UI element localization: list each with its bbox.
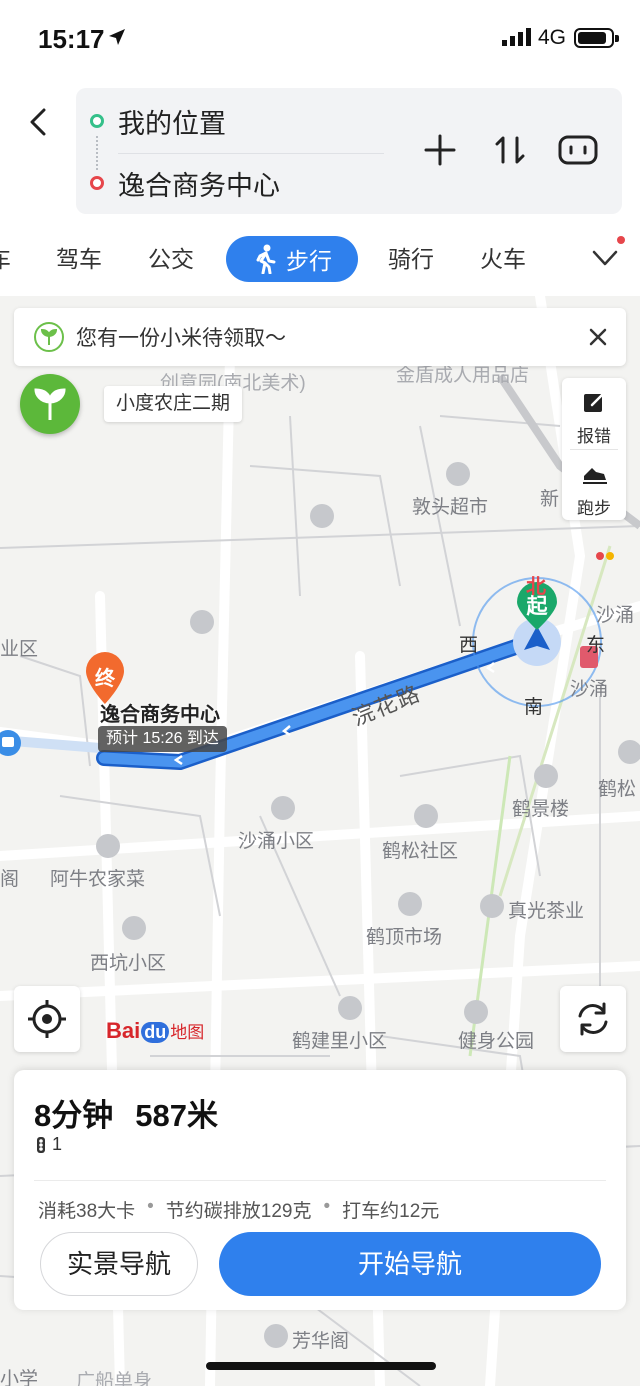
end-pin-label: 终 bbox=[95, 668, 115, 690]
route-distance: 587米 bbox=[135, 1098, 218, 1133]
map-label: 沙涌小区 bbox=[238, 831, 315, 852]
card-divider bbox=[34, 1180, 606, 1181]
map-label: 健身公园 bbox=[458, 1031, 535, 1052]
compass-east: 东 bbox=[586, 635, 606, 656]
map-label: 阁 bbox=[0, 869, 20, 890]
status-bar: 15:17 4G bbox=[0, 0, 640, 80]
shoe-icon bbox=[583, 468, 607, 484]
network-type: 4G bbox=[538, 26, 567, 49]
baidu-map-logo: Bai du 地图 bbox=[106, 1018, 204, 1044]
origin-dot-icon bbox=[90, 114, 104, 128]
close-icon[interactable] bbox=[588, 327, 608, 347]
report-button[interactable]: 报错 bbox=[562, 378, 626, 448]
map-label: 小学 bbox=[0, 1369, 39, 1386]
ar-navigation-button[interactable]: 实景导航 bbox=[40, 1232, 198, 1296]
destination-label: 逸合商务中心 bbox=[100, 704, 220, 726]
locate-icon bbox=[28, 1000, 66, 1038]
promo-banner[interactable]: 您有一份小米待领取～ bbox=[14, 308, 626, 366]
map-label: 业区 bbox=[0, 639, 39, 660]
map-label: 真光茶业 bbox=[508, 901, 585, 922]
brand-du: du bbox=[141, 1022, 170, 1043]
tab-train[interactable]: 火车 bbox=[480, 236, 526, 282]
locate-button[interactable] bbox=[14, 986, 80, 1052]
sprout-icon bbox=[34, 322, 64, 352]
chevron-down-icon[interactable] bbox=[590, 246, 620, 270]
route-summary: 8分钟 587米 bbox=[34, 1090, 240, 1135]
calories-text: 消耗38大卡 bbox=[38, 1201, 136, 1222]
run-label: 跑步 bbox=[577, 499, 611, 518]
route-stats: 消耗38大卡 • 节约碳排放129克 • 打车约12元 bbox=[38, 1196, 440, 1222]
banner-text: 您有一份小米待领取～ bbox=[76, 327, 286, 350]
tab-walk-label: 步行 bbox=[286, 248, 332, 274]
add-waypoint-icon[interactable] bbox=[418, 128, 462, 172]
home-indicator[interactable] bbox=[206, 1362, 436, 1370]
back-icon[interactable] bbox=[22, 102, 56, 142]
origin-text: 我的位置 bbox=[118, 108, 226, 139]
map-label: 鹤顶市场 bbox=[366, 927, 443, 948]
tab-transit[interactable]: 公交 bbox=[148, 236, 194, 282]
origin-field[interactable]: 我的位置 bbox=[90, 96, 226, 146]
map-label: 阿牛农家菜 bbox=[50, 869, 146, 890]
start-navigation-button[interactable]: 开始导航 bbox=[219, 1232, 601, 1296]
map-label: 鹤景楼 bbox=[512, 799, 570, 820]
map-label: 敦头超市 bbox=[412, 497, 489, 518]
route-header: 我的位置 逸合商务中心 bbox=[0, 80, 640, 220]
battery-icon bbox=[574, 28, 619, 48]
compass-west: 西 bbox=[459, 635, 479, 656]
route-divider bbox=[118, 153, 384, 154]
report-label: 报错 bbox=[577, 427, 611, 446]
status-time: 15:17 bbox=[38, 24, 105, 54]
route-summary-card: 8分钟 587米 1 消耗38大卡 • 节约碳排放129克 • 打车约12元 实景… bbox=[14, 1070, 626, 1310]
walk-icon bbox=[256, 244, 276, 274]
tab-partial[interactable]: 车 bbox=[0, 236, 11, 282]
tab-bike[interactable]: 骑行 bbox=[388, 236, 434, 282]
run-button[interactable]: 跑步 bbox=[562, 450, 626, 520]
location-arrow-icon bbox=[109, 29, 125, 45]
route-input-box: 我的位置 逸合商务中心 bbox=[76, 88, 622, 214]
swap-route-icon[interactable] bbox=[488, 128, 532, 172]
map-label: 鹤建里小区 bbox=[292, 1031, 388, 1052]
tab-drive[interactable]: 驾车 bbox=[56, 236, 102, 282]
map-label: 广船单身 bbox=[76, 1371, 153, 1386]
tab-walk[interactable]: 步行 bbox=[226, 236, 358, 282]
brand-map: 地图 bbox=[170, 1023, 205, 1042]
route-options-icon[interactable] bbox=[556, 128, 600, 172]
traffic-light-count: 1 bbox=[52, 1134, 63, 1154]
map-label: 鹤松社区 bbox=[382, 841, 459, 862]
traffic-light-icon bbox=[37, 1136, 45, 1153]
sprout-poi-icon[interactable] bbox=[20, 374, 80, 434]
compass-south: 南 bbox=[524, 697, 544, 718]
sprout-icon bbox=[34, 388, 66, 420]
refresh-button[interactable] bbox=[560, 986, 626, 1052]
taxi-text: 打车约12元 bbox=[342, 1201, 440, 1222]
map-label: 芳华阁 bbox=[292, 1331, 350, 1352]
refresh-icon bbox=[578, 1002, 608, 1036]
destination-text: 逸合商务中心 bbox=[118, 170, 280, 201]
route-duration: 8分钟 bbox=[34, 1098, 114, 1133]
travel-mode-tabs: 车 驾车 公交 步行 骑行 火车 bbox=[0, 220, 640, 296]
destination-field[interactable]: 逸合商务中心 bbox=[90, 158, 280, 208]
signal-icon bbox=[502, 28, 531, 46]
map-label: 西坑小区 bbox=[90, 953, 167, 974]
eta-tag: 预计 15:26 到达 bbox=[98, 726, 227, 752]
map-label: 沙涌 bbox=[570, 679, 609, 700]
side-toolbar: 报错 跑步 bbox=[562, 378, 626, 520]
compass-north: 北 bbox=[526, 576, 546, 598]
destination-dot-icon bbox=[90, 176, 104, 190]
notification-dot bbox=[617, 236, 625, 244]
edit-icon bbox=[584, 393, 604, 412]
traffic-lights: 1 bbox=[34, 1134, 62, 1155]
map-label: 沙涌 bbox=[596, 605, 635, 626]
brand-bai: Bai bbox=[106, 1018, 141, 1043]
map-label: 新 bbox=[540, 489, 560, 510]
map-label: 鹤松 bbox=[598, 779, 637, 800]
poi-tag[interactable]: 小度农庄二期 bbox=[104, 386, 243, 422]
carbon-text: 节约碳排放129克 bbox=[165, 1201, 312, 1222]
